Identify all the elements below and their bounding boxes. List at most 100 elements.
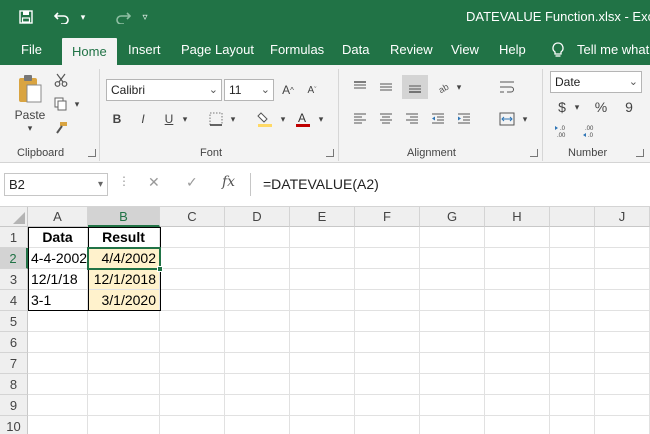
grid-cell[interactable] bbox=[28, 332, 88, 353]
align-middle-icon[interactable] bbox=[376, 77, 396, 97]
comma-style-button[interactable]: 9 bbox=[620, 97, 638, 117]
row-header-10[interactable]: 10 bbox=[0, 416, 28, 434]
font-size-select[interactable]: 11 ⌄ bbox=[224, 79, 274, 101]
cell-b4[interactable]: 3/1/2020 bbox=[88, 290, 160, 311]
grid-cell[interactable] bbox=[290, 290, 355, 311]
tell-me-search[interactable]: Tell me what bbox=[577, 34, 649, 65]
grid-cell[interactable] bbox=[595, 395, 650, 416]
grid-cell[interactable] bbox=[550, 374, 595, 395]
grid-cell[interactable] bbox=[225, 374, 290, 395]
grid-cell[interactable] bbox=[160, 311, 225, 332]
cell-b2[interactable]: 4/4/2002 bbox=[88, 248, 160, 269]
grid-cell[interactable] bbox=[88, 416, 160, 434]
row-header-3[interactable]: 3 bbox=[0, 269, 28, 290]
italic-button[interactable]: I bbox=[134, 109, 152, 129]
column-header-j[interactable]: J bbox=[595, 207, 650, 227]
increase-decimal-icon[interactable]: .0.00 bbox=[552, 121, 574, 141]
grid-cell[interactable] bbox=[225, 269, 290, 290]
grid-cell[interactable] bbox=[595, 227, 650, 248]
grid-cell[interactable] bbox=[290, 227, 355, 248]
grid-cell[interactable] bbox=[225, 290, 290, 311]
grid-cell[interactable] bbox=[290, 311, 355, 332]
grid-cell[interactable] bbox=[355, 248, 420, 269]
grid-cell[interactable] bbox=[595, 353, 650, 374]
currency-button[interactable]: $ bbox=[554, 97, 570, 117]
grid-cell[interactable] bbox=[88, 311, 160, 332]
row-header-1[interactable]: 1 bbox=[0, 227, 28, 248]
paste-button[interactable]: Paste bbox=[12, 107, 48, 123]
grid-cell[interactable] bbox=[225, 227, 290, 248]
grid-cell[interactable] bbox=[225, 248, 290, 269]
grid-cell[interactable] bbox=[355, 332, 420, 353]
undo-icon[interactable] bbox=[50, 0, 74, 34]
select-all-button[interactable] bbox=[0, 207, 28, 227]
grid-cell[interactable] bbox=[550, 311, 595, 332]
save-icon[interactable] bbox=[14, 0, 38, 34]
font-color-icon[interactable]: A bbox=[292, 109, 314, 129]
copy-dropdown-icon[interactable]: ▾ bbox=[72, 95, 82, 113]
grid-cell[interactable] bbox=[160, 290, 225, 311]
column-header-h[interactable]: H bbox=[485, 207, 550, 227]
wrap-text-icon[interactable] bbox=[496, 77, 518, 97]
cancel-icon[interactable]: ✕ bbox=[148, 174, 160, 194]
grid-cell[interactable] bbox=[88, 374, 160, 395]
grid-cell[interactable] bbox=[485, 290, 550, 311]
grid-cell[interactable] bbox=[290, 353, 355, 374]
grid-cell[interactable] bbox=[28, 353, 88, 374]
grid-cell[interactable] bbox=[595, 416, 650, 434]
grid-cell[interactable] bbox=[420, 332, 485, 353]
cut-icon[interactable] bbox=[52, 71, 70, 89]
shrink-font-icon[interactable]: Aˇ bbox=[302, 79, 322, 101]
grid-cell[interactable] bbox=[160, 395, 225, 416]
row-header-8[interactable]: 8 bbox=[0, 374, 28, 395]
grid-cell[interactable] bbox=[355, 395, 420, 416]
increase-indent-icon[interactable] bbox=[454, 109, 474, 129]
tab-review[interactable]: Review bbox=[390, 34, 433, 65]
grid-cell[interactable] bbox=[485, 311, 550, 332]
align-top-icon[interactable] bbox=[350, 77, 370, 97]
grid-cell[interactable] bbox=[225, 332, 290, 353]
enter-icon[interactable]: ✓ bbox=[186, 174, 198, 194]
grid-cell[interactable] bbox=[485, 332, 550, 353]
fill-handle[interactable] bbox=[157, 266, 163, 272]
grid-cell[interactable] bbox=[290, 416, 355, 434]
customize-icon[interactable]: ▿ bbox=[136, 0, 154, 34]
orientation-dropdown-icon[interactable]: ▾ bbox=[454, 77, 464, 97]
lightbulb-icon[interactable] bbox=[551, 34, 571, 65]
grid-cell[interactable] bbox=[420, 311, 485, 332]
grid-cell[interactable] bbox=[88, 353, 160, 374]
grid-cell[interactable] bbox=[160, 332, 225, 353]
align-left-icon[interactable] bbox=[350, 109, 370, 129]
grid-cell[interactable] bbox=[595, 269, 650, 290]
grid-cell[interactable] bbox=[290, 374, 355, 395]
tab-home[interactable]: Home bbox=[62, 38, 117, 65]
grid-cell[interactable] bbox=[355, 269, 420, 290]
bold-button[interactable]: B bbox=[108, 109, 126, 129]
clipboard-launcher-icon[interactable] bbox=[88, 149, 96, 157]
column-header-g[interactable]: G bbox=[420, 207, 485, 227]
row-header-7[interactable]: 7 bbox=[0, 353, 28, 374]
grid-cell[interactable] bbox=[550, 269, 595, 290]
grid-cell[interactable] bbox=[420, 269, 485, 290]
column-header-i[interactable] bbox=[550, 207, 595, 227]
tab-formulas[interactable]: Formulas bbox=[270, 34, 324, 65]
tab-help[interactable]: Help bbox=[499, 34, 526, 65]
cell-b1[interactable]: Result bbox=[88, 227, 160, 248]
grid-cell[interactable] bbox=[485, 227, 550, 248]
undo-dropdown-icon[interactable]: ▾ bbox=[76, 0, 90, 34]
align-center-icon[interactable] bbox=[376, 109, 396, 129]
grid-cell[interactable] bbox=[28, 311, 88, 332]
grid-cell[interactable] bbox=[550, 332, 595, 353]
font-color-dropdown-icon[interactable]: ▾ bbox=[316, 109, 326, 129]
grid-cell[interactable] bbox=[28, 395, 88, 416]
row-header-4[interactable]: 4 bbox=[0, 290, 28, 311]
number-format-select[interactable]: Date ⌄ bbox=[550, 71, 642, 93]
grid-cell[interactable] bbox=[88, 332, 160, 353]
insert-function-button[interactable]: fx bbox=[222, 174, 235, 194]
column-header-b[interactable]: B bbox=[88, 207, 160, 227]
grid-cell[interactable] bbox=[550, 395, 595, 416]
grid-cell[interactable] bbox=[28, 416, 88, 434]
grid-cell[interactable] bbox=[88, 395, 160, 416]
tab-insert[interactable]: Insert bbox=[128, 34, 161, 65]
merge-center-icon[interactable] bbox=[496, 109, 518, 129]
